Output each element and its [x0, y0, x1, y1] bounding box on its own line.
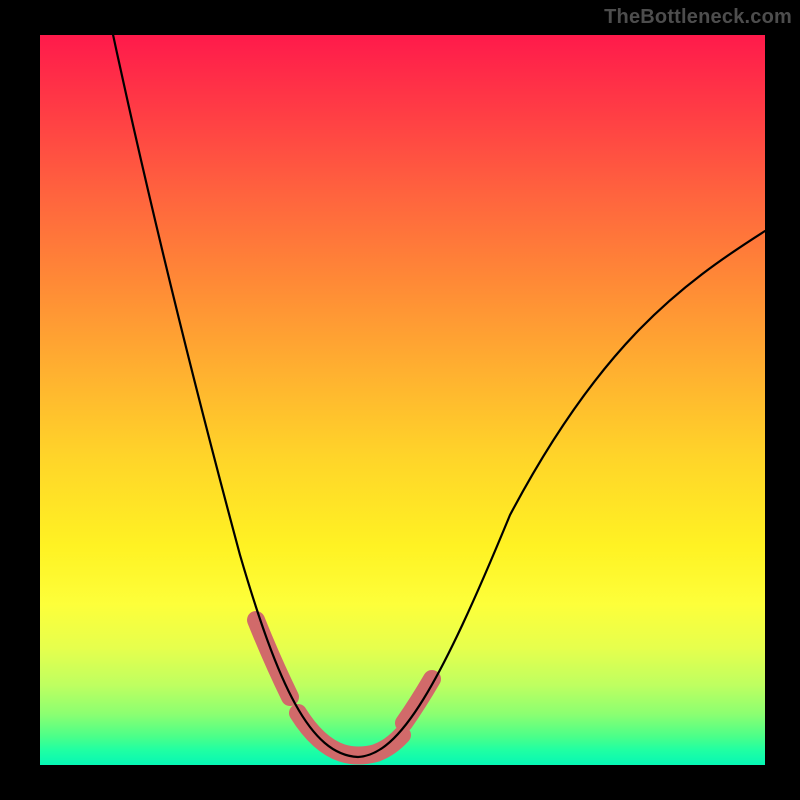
- highlight-right-ascent: [404, 679, 432, 723]
- attribution-text: TheBottleneck.com: [604, 6, 792, 29]
- plot-area: [40, 35, 765, 765]
- highlight-valley: [298, 713, 402, 756]
- curve-svg: [40, 35, 765, 765]
- bottleneck-curve: [86, 0, 765, 757]
- chart-frame: TheBottleneck.com: [0, 0, 800, 800]
